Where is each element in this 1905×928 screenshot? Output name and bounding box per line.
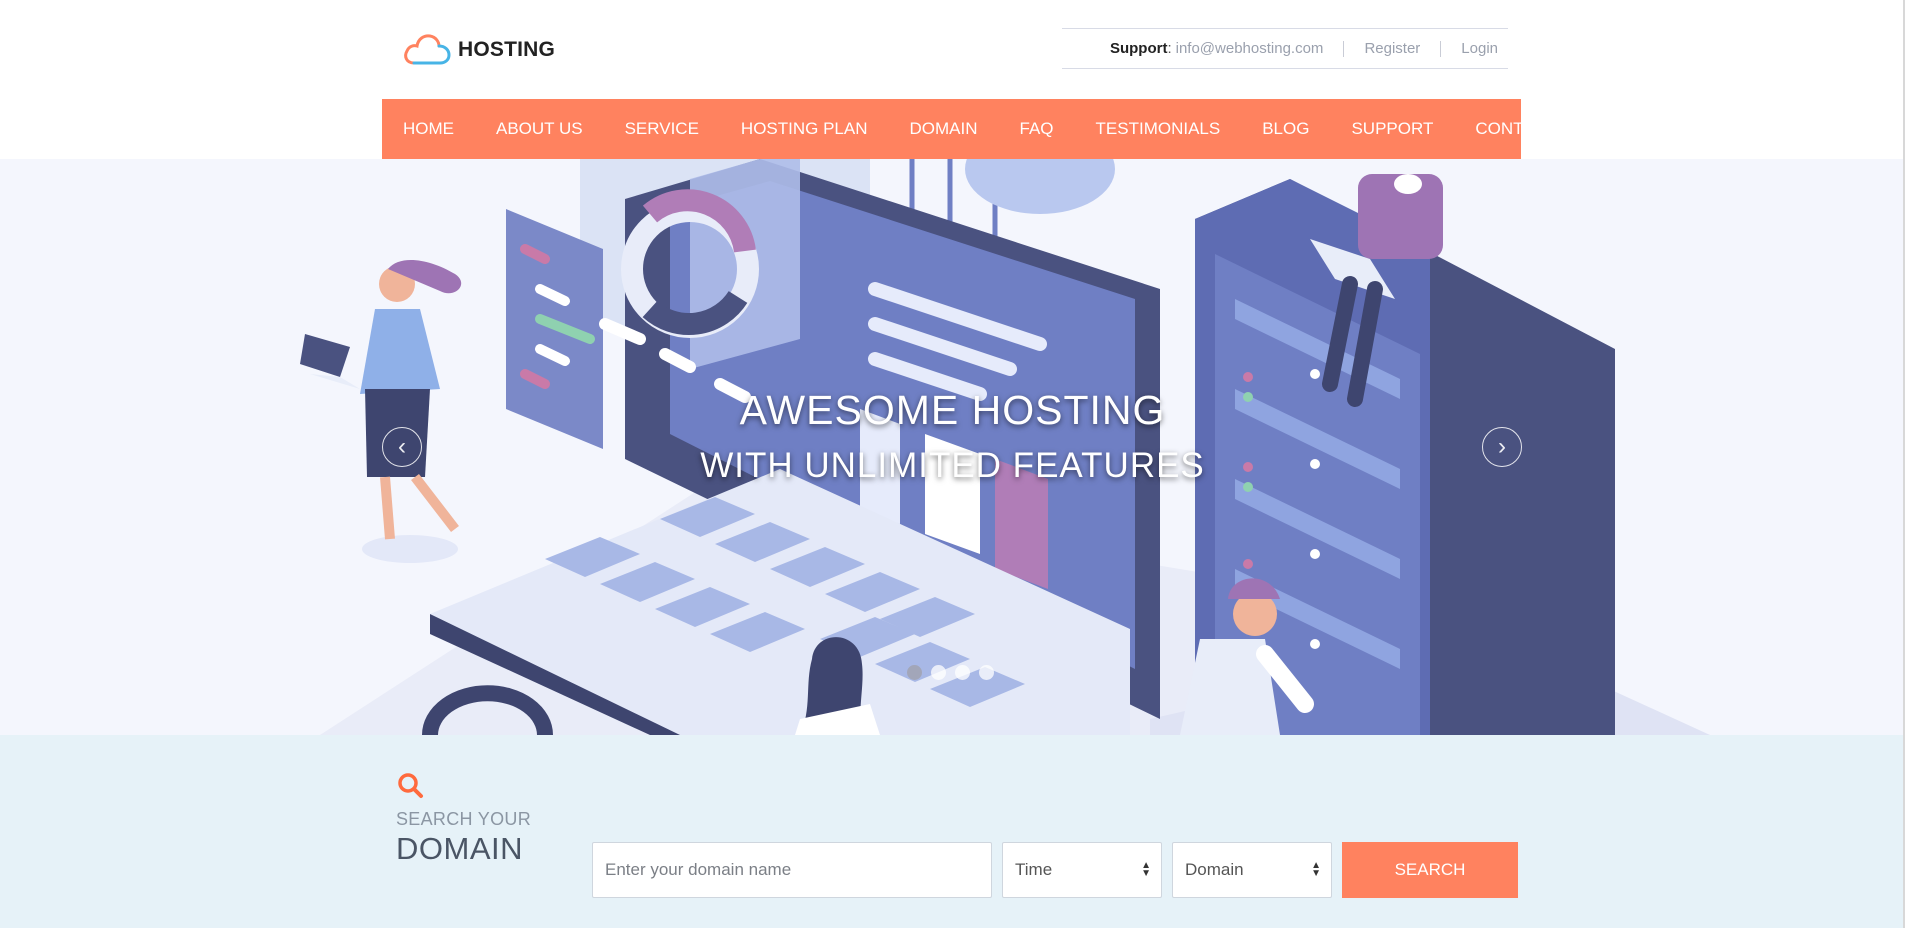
domain-name-input[interactable]: Enter your domain name	[592, 842, 992, 898]
site-header: HOSTING Support : info@webhosting.com Re…	[382, 0, 1521, 99]
main-nav: HOME ABOUT US SERVICE HOSTING PLAN DOMAI…	[382, 99, 1584, 159]
search-button[interactable]: SEARCH	[1342, 842, 1518, 898]
topbar-divider	[1440, 40, 1442, 57]
domain-extension-select[interactable]: Domain ▲ ▼	[1172, 842, 1332, 898]
nav-item-service[interactable]: SERVICE	[625, 119, 699, 139]
login-link[interactable]: Login	[1461, 40, 1498, 57]
sort-caret-icon: ▲ ▼	[1141, 860, 1151, 879]
logo[interactable]: HOSTING	[402, 33, 555, 67]
support-label: Support	[1109, 40, 1168, 57]
support-separator: :	[1167, 40, 1172, 57]
slider-pagination	[907, 665, 994, 680]
nav-item-faq[interactable]: FAQ	[1020, 119, 1054, 139]
hero-title: AWESOME HOSTING	[739, 387, 1166, 433]
slider-prev-button[interactable]: ‹	[382, 427, 422, 467]
slider-dot[interactable]	[955, 665, 970, 680]
chevron-left-icon: ‹	[398, 433, 406, 460]
domain-select-value: Domain	[1185, 860, 1244, 879]
time-select[interactable]: Time ▲ ▼	[1002, 842, 1162, 898]
topbar-divider	[1343, 40, 1345, 57]
search-label-small: SEARCH YOUR	[396, 809, 531, 829]
slider-dot[interactable]	[979, 665, 994, 680]
slider-dot[interactable]	[931, 665, 946, 680]
hero-subtitle: WITH UNLIMITED FEATURES	[700, 446, 1205, 485]
support-email[interactable]: info@webhosting.com	[1176, 40, 1324, 57]
nav-item-hosting-plan[interactable]: HOSTING PLAN	[741, 119, 868, 139]
sort-caret-icon: ▲ ▼	[1311, 860, 1321, 879]
chevron-right-icon: ›	[1498, 433, 1506, 460]
search-label-big: DOMAIN	[396, 831, 523, 866]
time-select-value: Time	[1015, 860, 1053, 879]
logo-text: HOSTING	[458, 38, 556, 61]
cloud-icon	[404, 34, 451, 65]
search-icon	[398, 773, 423, 798]
nav-item-domain[interactable]: DOMAIN	[910, 119, 978, 139]
nav-item-home[interactable]: HOME	[403, 119, 454, 139]
nav-item-testimonials[interactable]: TESTIMONIALS	[1096, 119, 1221, 139]
nav-item-about-us[interactable]: ABOUT US	[496, 119, 583, 139]
nav-item-support[interactable]: SUPPORT	[1351, 119, 1433, 139]
hero-slider: AWESOME HOSTING WITH UNLIMITED FEATURES …	[0, 159, 1905, 735]
domain-search-section: SEARCH YOUR DOMAIN Enter your domain nam…	[0, 735, 1905, 928]
slider-next-button[interactable]: ›	[1482, 427, 1522, 467]
slider-dot[interactable]	[907, 665, 922, 680]
register-link[interactable]: Register	[1364, 40, 1420, 57]
nav-item-contact-us[interactable]: CONTACT US	[1475, 119, 1584, 139]
domain-search-form: SEARCH YOUR DOMAIN Enter your domain nam…	[396, 771, 1526, 898]
top-bar: Support : info@webhosting.com Register L…	[1062, 28, 1508, 69]
nav-item-blog[interactable]: BLOG	[1262, 119, 1309, 139]
